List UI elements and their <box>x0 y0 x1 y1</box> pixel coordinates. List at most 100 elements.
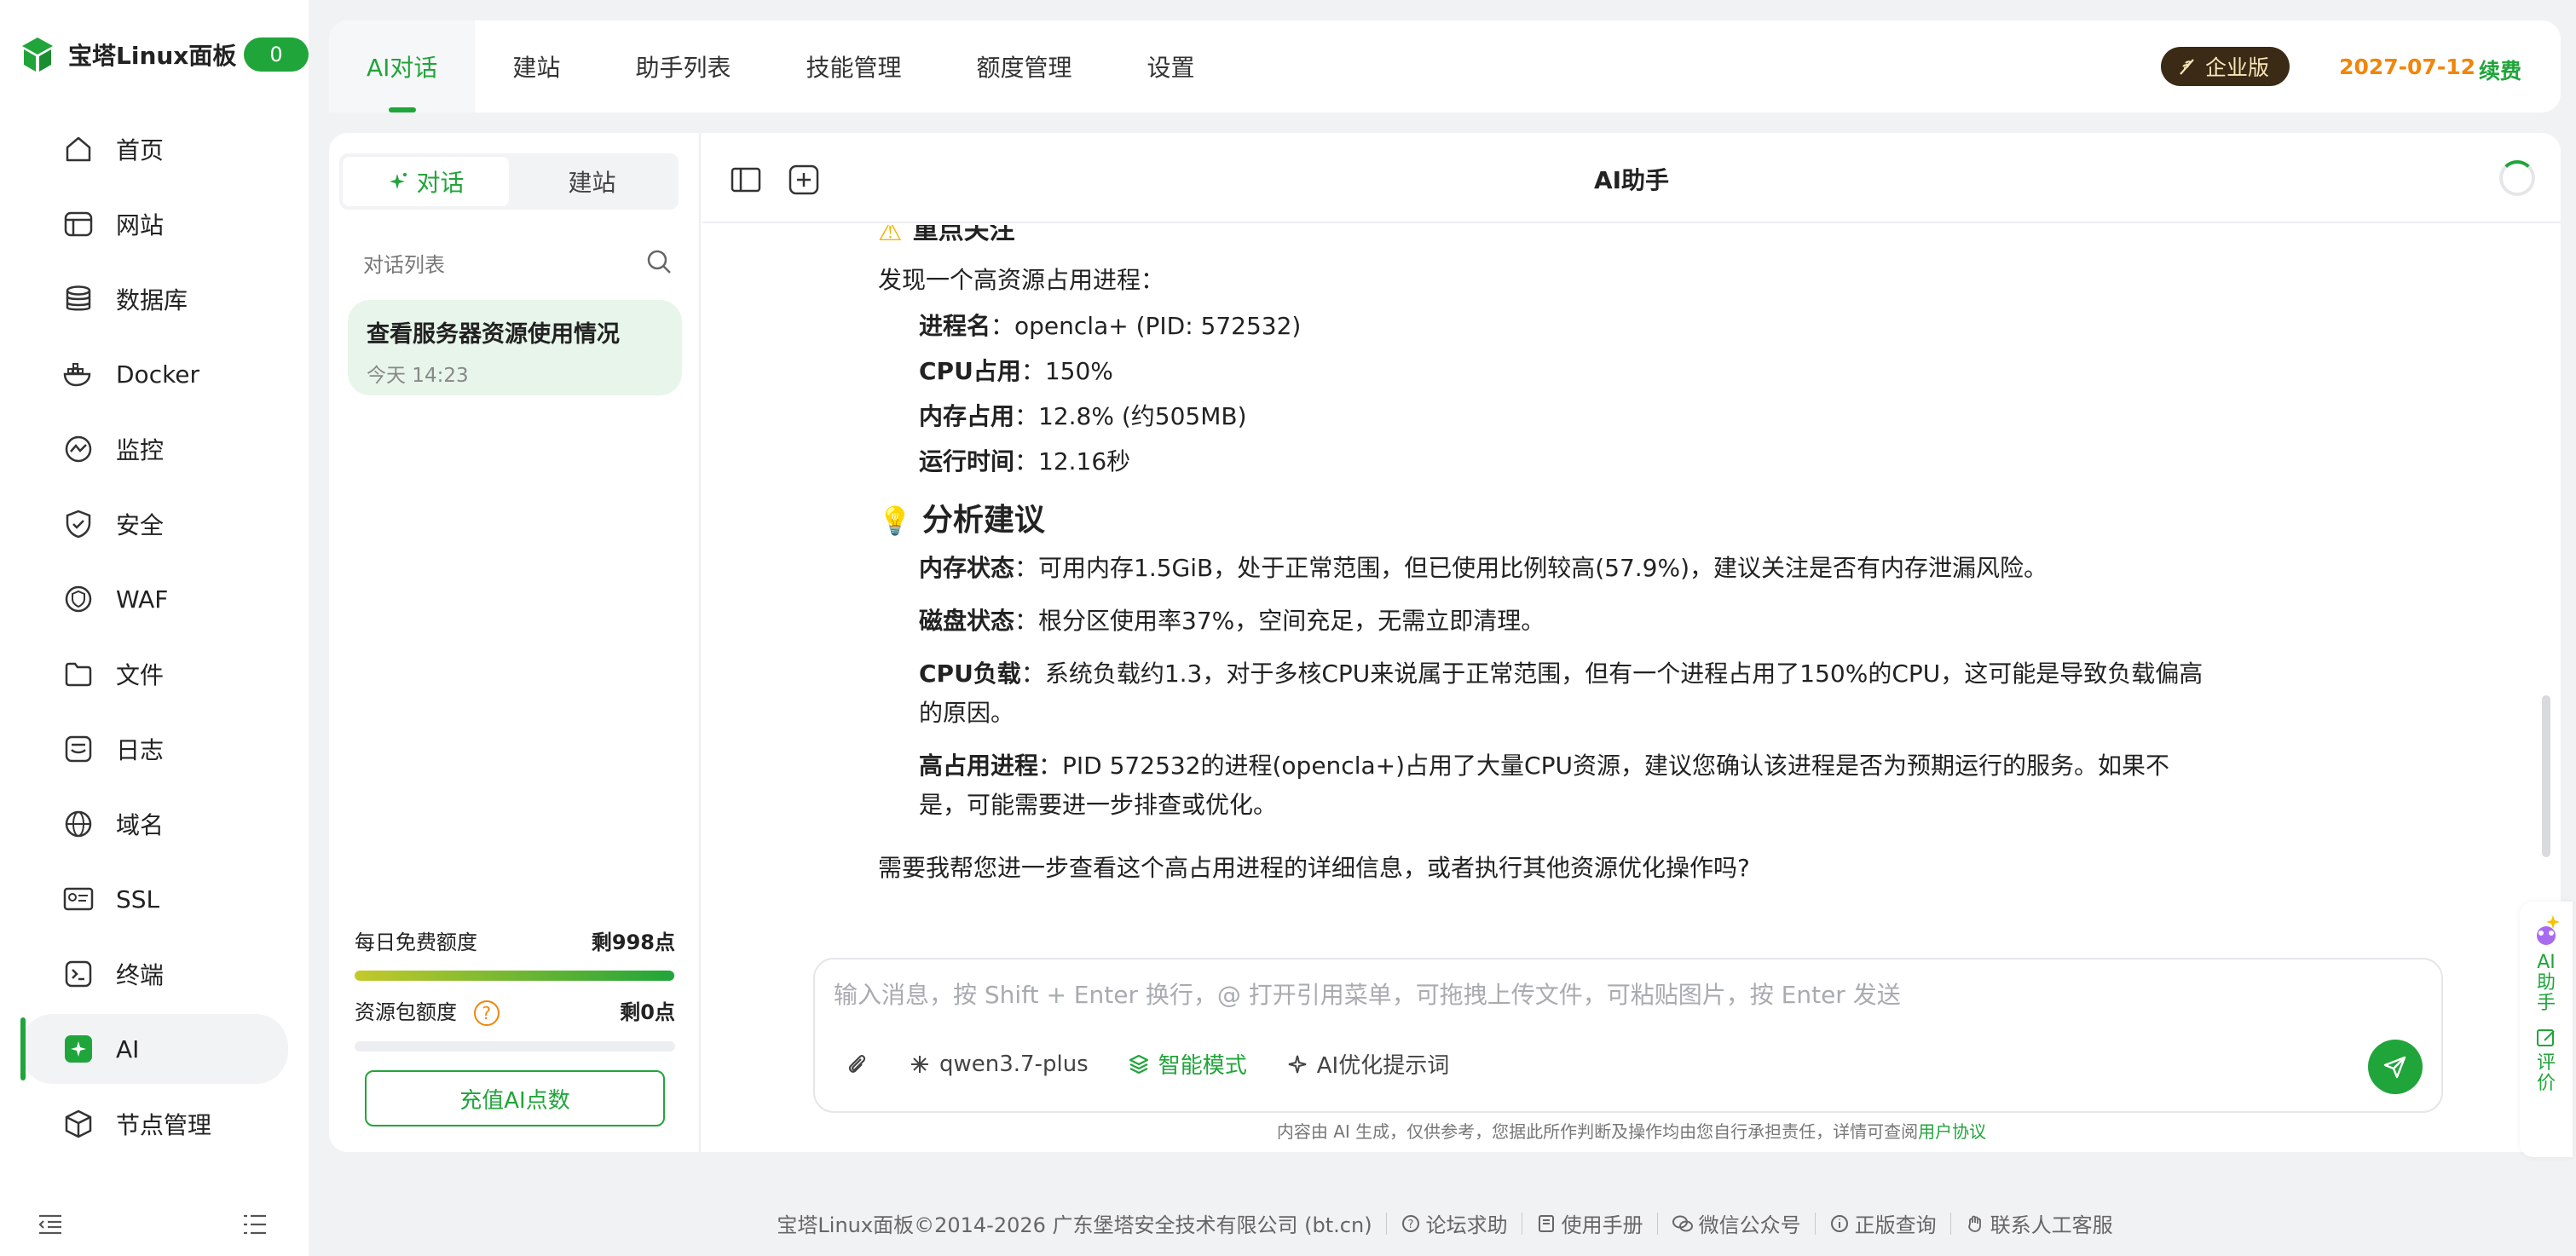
message-input-placeholder[interactable]: 输入消息，按 Shift + Enter 换行，@ 打开引用菜单，可拖拽上传文件… <box>834 977 1901 1011</box>
nav-item-security[interactable]: 安全 <box>20 489 288 559</box>
daily-quota-bar <box>355 971 675 981</box>
section2-title: 分析建议 <box>921 503 1045 538</box>
footer-divider <box>1656 1212 1658 1235</box>
footer-link-genuine[interactable]: 正版查询 <box>1829 1208 1937 1238</box>
section-heading-focus: ⚠ 重点关注 <box>878 225 2208 251</box>
nav-item-logs[interactable]: 日志 <box>20 714 288 784</box>
nav-label: 首页 <box>116 136 165 164</box>
monitor-icon <box>61 432 95 466</box>
advice-list: 内存状态：可用内存1.5GiB，处于正常范围，但已使用比例较高(57.9%)，建… <box>878 549 2208 838</box>
advice-key: 高占用进程 <box>919 752 1039 780</box>
nav-item-node-manage[interactable]: 节点管理 <box>20 1089 288 1159</box>
nav-item-database[interactable]: 数据库 <box>20 264 288 334</box>
scrollbar-thumb[interactable] <box>2542 695 2550 857</box>
model-selector[interactable]: qwen3.7-plus <box>909 1051 1089 1077</box>
process-key: CPU占用 <box>919 357 1021 385</box>
svg-text:?: ? <box>1407 1219 1413 1231</box>
recharge-button[interactable]: 充值AI点数 <box>365 1070 665 1126</box>
nav-label: 网站 <box>116 211 165 239</box>
help-icon[interactable]: ? <box>473 1000 500 1026</box>
conversation-item[interactable]: 查看服务器资源使用情况 今天 14:23 <box>348 300 682 395</box>
tab-skill-manage[interactable]: 技能管理 <box>768 20 939 112</box>
loading-spinner <box>2499 160 2535 196</box>
footer-link-support[interactable]: 联系人工客服 <box>1965 1208 2113 1238</box>
tab-settings[interactable]: 设置 <box>1109 20 1232 112</box>
footer-link-manual[interactable]: 使用手册 <box>1536 1208 1643 1238</box>
footer-divider <box>1385 1212 1387 1235</box>
nav-item-files[interactable]: 文件 <box>20 639 288 709</box>
collapse-sidebar-icon[interactable] <box>38 1213 63 1236</box>
paperclip-icon <box>848 1054 866 1073</box>
copyright: 宝塔Linux面板©2014-2026 广东堡塔安全技术有限公司 (bt.cn) <box>777 1213 1372 1237</box>
nav-item-domain[interactable]: 域名 <box>20 789 288 859</box>
footer-link-label: 联系人工客服 <box>1990 1213 2113 1237</box>
segment-chat[interactable]: 对话 <box>343 157 509 206</box>
brand-title: 宝塔Linux面板 <box>68 42 237 70</box>
notification-badge[interactable]: 0 <box>244 37 309 72</box>
message-intro: 发现一个高资源占用进程： <box>878 266 1165 294</box>
nav-item-docker[interactable]: Docker <box>20 339 288 409</box>
search-icon[interactable] <box>644 247 673 276</box>
conversation-time: 今天 14:23 <box>367 365 469 387</box>
footer-link-label: 微信公众号 <box>1698 1213 1801 1237</box>
menu-list-icon[interactable] <box>242 1213 268 1236</box>
pack-quota-bar <box>355 1041 675 1051</box>
chat-title: AI助手 <box>1593 166 1670 194</box>
attach-button[interactable] <box>844 1051 869 1077</box>
brand[interactable]: 宝塔Linux面板 0 <box>20 32 309 77</box>
message-composer[interactable]: 输入消息，按 Shift + Enter 换行，@ 打开引用菜单，可拖拽上传文件… <box>813 958 2443 1113</box>
daily-quota-label: 每日免费额度 <box>355 930 477 954</box>
ai-icon <box>61 1032 95 1066</box>
nav-item-ai[interactable]: AI <box>20 1014 288 1084</box>
top-tabs: AI对话 建站 助手列表 技能管理 额度管理 设置 <box>329 20 1233 112</box>
segment-build[interactable]: 建站 <box>509 157 675 206</box>
nav-label: 数据库 <box>116 286 188 314</box>
nav-item-ssl[interactable]: SSL <box>20 864 288 934</box>
nav-footer <box>38 1213 268 1236</box>
edition-badge[interactable]: 企业版 <box>2160 47 2290 86</box>
folder-icon <box>61 657 95 691</box>
edit-icon <box>2537 1029 2555 1046</box>
optimize-prompt-button[interactable]: AI优化提示词 <box>1286 1048 1449 1080</box>
floating-ai-tab[interactable]: AI助手 评价 <box>2520 902 2573 1157</box>
smart-mode-toggle[interactable]: 智能模式 <box>1128 1048 1247 1080</box>
tab-assistant-list[interactable]: 助手列表 <box>598 20 768 112</box>
nav-item-terminal[interactable]: 终端 <box>20 939 288 1009</box>
conversation-panel: 对话 建站 对话列表 查看服务器资源使用情况 今天 14:23 每日免费额度 剩… <box>329 133 701 1152</box>
nav-item-home[interactable]: 首页 <box>20 114 288 184</box>
tab-ai-chat[interactable]: AI对话 <box>329 20 476 112</box>
wechat-icon <box>1672 1215 1693 1231</box>
nav-item-waf[interactable]: WAF <box>20 564 288 634</box>
nav-item-website[interactable]: 网站 <box>20 189 288 259</box>
pack-quota: 资源包额度 ? 剩0点 <box>355 995 675 1051</box>
nav-label: 终端 <box>116 961 165 989</box>
globe-window-icon <box>61 207 95 241</box>
float-ai-label: AI助手 <box>2536 952 2556 1014</box>
process-key: 内存占用 <box>919 402 1015 430</box>
tab-quota-manage[interactable]: 额度管理 <box>939 20 1109 112</box>
message-closing: 需要我帮您进一步查看这个高占用进程的详细信息，或者执行其他资源优化操作吗? <box>878 854 1750 882</box>
tab-build-site[interactable]: 建站 <box>475 20 598 112</box>
chat-header: AI助手 <box>702 133 2561 223</box>
advice-value: ：系统负载约1.3，对于多核CPU来说属于正常范围，但有一个进程占用了150%的… <box>919 660 2203 727</box>
smart-mode-label: 智能模式 <box>1158 1053 1247 1079</box>
chat-scrollbar[interactable] <box>2542 133 2550 985</box>
left-sidebar: 宝塔Linux面板 0 首页 网站 数据库 Docker 监控 安全 WAF 文… <box>0 0 309 1256</box>
cube-icon <box>61 1107 95 1141</box>
database-icon <box>61 282 95 316</box>
sparkle-icon <box>390 173 407 189</box>
sparkle-outline-icon <box>1288 1055 1306 1073</box>
footer-link-wechat[interactable]: 微信公众号 <box>1672 1208 1801 1238</box>
float-review-label[interactable]: 评价 <box>2536 1053 2556 1094</box>
nav-item-monitor[interactable]: 监控 <box>20 414 288 484</box>
renew-link[interactable]: 续费 <box>2479 55 2521 85</box>
nav-label: 文件 <box>116 661 165 689</box>
process-details: 进程名：opencla+ (PID: 572532) CPU占用：150% 内存… <box>878 307 2208 487</box>
home-icon <box>61 132 95 166</box>
footer-link-label: 论坛求助 <box>1425 1213 1508 1237</box>
footer-link-forum[interactable]: ? 论坛求助 <box>1401 1208 1508 1238</box>
send-button[interactable] <box>2368 1040 2423 1094</box>
process-value: ：12.8% (约505MB) <box>1014 402 1247 430</box>
advice-key: CPU负载 <box>919 660 1021 688</box>
user-agreement-link[interactable]: 用户协议 <box>1918 1121 1986 1142</box>
